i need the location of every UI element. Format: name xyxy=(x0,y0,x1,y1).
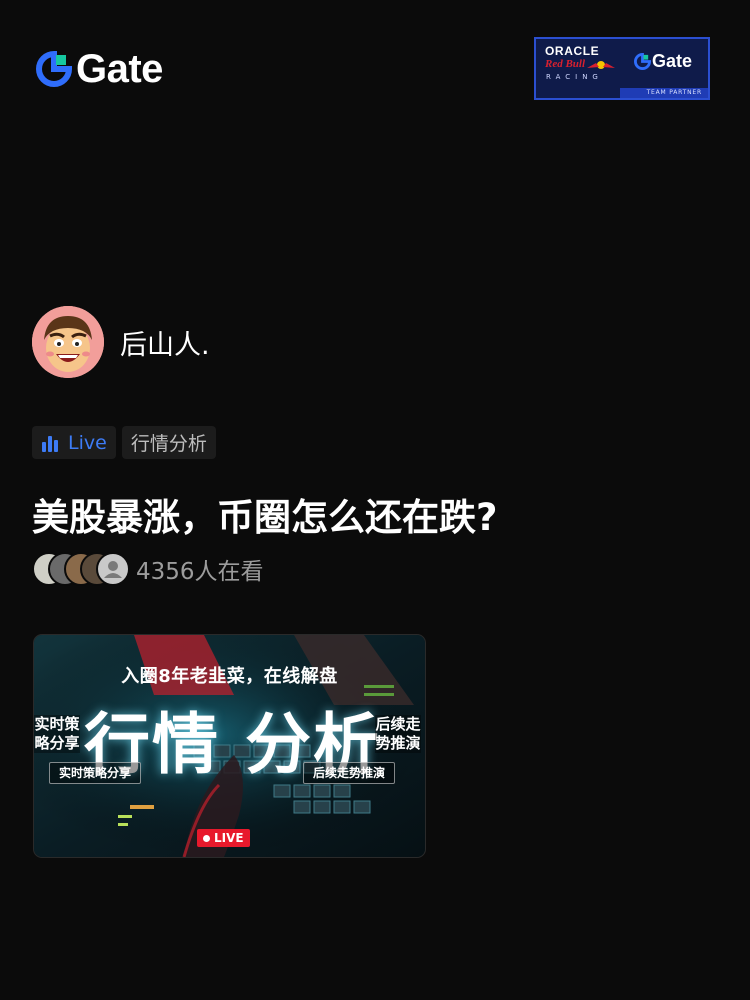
partner-gate-logo: Gate xyxy=(634,51,692,72)
live-dot-icon xyxy=(203,834,210,842)
partner-racing-text: RACING xyxy=(546,73,603,81)
viewer-info: 4356人在看 xyxy=(32,552,264,586)
brand-name: Gate xyxy=(76,47,163,91)
tag-topic[interactable]: 行情分析 xyxy=(121,426,216,459)
gate-logo-icon xyxy=(36,51,72,87)
bar-chart-icon xyxy=(42,435,58,452)
cover-side-right: 后续走势推演 xyxy=(375,715,421,753)
partner-redbull-text: Red Bull xyxy=(545,58,586,70)
brand-logo: Gate xyxy=(36,49,163,89)
tag-row: Live 行情分析 xyxy=(32,426,216,459)
stream-title[interactable]: 美股暴涨，币圈怎么还在跌? xyxy=(32,487,497,541)
partner-badge: ORACLE Red Bull RACING Gate TEAM PARTNER xyxy=(534,37,710,100)
live-badge: LIVE xyxy=(197,829,250,847)
host-avatar[interactable] xyxy=(32,306,104,378)
host-name[interactable]: 后山人. xyxy=(120,323,210,362)
live-badge-label: LIVE xyxy=(214,831,244,845)
viewer-avatars xyxy=(32,552,130,586)
cover-headline: 入圈8年老韭菜，在线解盘 xyxy=(121,666,338,687)
partner-footer-text: TEAM PARTNER xyxy=(646,89,702,96)
host-info[interactable]: 后山人. xyxy=(32,306,210,378)
user-icon xyxy=(104,561,122,578)
cover-pill-left: 实时策略分享 xyxy=(49,762,142,784)
partner-oracle-text: ORACLE xyxy=(545,44,600,58)
tag-live-label: Live xyxy=(68,431,107,454)
cover-pill-right: 后续走势推演 xyxy=(302,762,395,784)
viewer-count: 4356人在看 xyxy=(136,559,264,585)
cartoon-face-icon xyxy=(32,306,104,378)
partner-gate-text: Gate xyxy=(652,51,693,71)
redbull-icon xyxy=(587,61,615,69)
cover-side-left: 实时策略分享 xyxy=(34,715,80,753)
stream-cover[interactable]: 入圈8年老韭菜，在线解盘 行情 分析 实时策略分享 后续走势推演 实时策略分享 … xyxy=(33,634,426,858)
viewer-avatar xyxy=(96,552,130,586)
tag-topic-label: 行情分析 xyxy=(130,433,207,455)
tag-live[interactable]: Live xyxy=(32,426,116,459)
gate-logo-icon xyxy=(634,53,651,70)
